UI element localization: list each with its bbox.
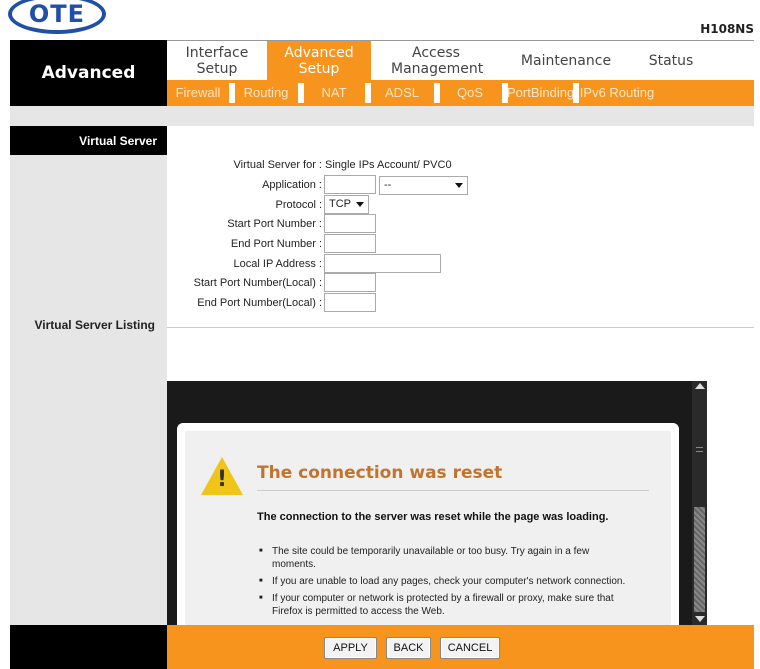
subnav-qos[interactable]: QoS: [443, 80, 497, 106]
list-item: If your computer or network is protected…: [257, 592, 627, 618]
application-select[interactable]: --: [379, 176, 468, 195]
divider: [167, 327, 754, 328]
error-bullets: The site could be temporarily unavailabl…: [257, 545, 627, 622]
end-port-local-input[interactable]: [324, 293, 376, 312]
sub-nav: Firewall Routing NAT ADSL QoS PortBindin…: [167, 80, 754, 106]
subnav-divider: [298, 83, 304, 103]
application-label: Application :: [262, 179, 322, 191]
back-button[interactable]: BACK: [386, 637, 431, 659]
listing-frame: ! The connection was reset The connectio…: [167, 381, 707, 625]
section-title: Advanced: [10, 40, 167, 106]
ote-logo: OTE: [8, 0, 106, 34]
scroll-grip-icon: [696, 447, 703, 452]
subnav-firewall[interactable]: Firewall: [171, 80, 225, 106]
start-port-local-label: Start Port Number(Local) :: [193, 277, 322, 289]
local-ip-label: Local IP Address :: [233, 258, 322, 270]
start-port-local-input[interactable]: [324, 273, 376, 292]
apply-button[interactable]: APPLY: [324, 637, 377, 659]
nav-label: Maintenance: [520, 53, 612, 69]
end-port-label: End Port Number :: [230, 238, 322, 250]
router-page: OTE H108NS Advanced Interface Setup Adva…: [0, 0, 760, 669]
protocol-select-value: TCP: [329, 198, 351, 210]
error-subtitle: The connection to the server was reset w…: [257, 511, 609, 523]
left-column: [10, 155, 167, 625]
subnav-routing[interactable]: Routing: [239, 80, 293, 106]
main-nav: Interface Setup Advanced Setup Access Ma…: [167, 40, 754, 81]
protocol-label: Protocol :: [275, 199, 322, 211]
frame-scrollbar[interactable]: [692, 381, 707, 625]
warning-exclamation-icon: !: [217, 467, 228, 492]
for-value: Single IPs Account/ PVC0: [325, 159, 452, 171]
application-select-value: --: [384, 179, 392, 191]
error-panel: ! The connection was reset The connectio…: [177, 423, 679, 625]
nav-access-management[interactable]: Access Management: [371, 41, 501, 81]
list-item: If you are unable to load any pages, che…: [257, 575, 627, 588]
subnav-adsl[interactable]: ADSL: [375, 80, 429, 106]
scroll-down-icon[interactable]: [695, 616, 705, 622]
subnav-portbinding[interactable]: PortBinding: [507, 80, 574, 106]
nav-advanced-setup[interactable]: Advanced Setup: [267, 41, 371, 81]
logo-text: OTE: [28, 0, 86, 28]
footer-left: [10, 625, 167, 669]
nav-interface-setup[interactable]: Interface Setup: [167, 41, 267, 81]
end-port-local-label: End Port Number(Local) :: [197, 297, 322, 309]
header-band: [10, 106, 754, 126]
virtual-server-listing-label: Virtual Server Listing: [34, 318, 156, 332]
protocol-select[interactable]: TCP: [324, 195, 369, 214]
nav-label: Status: [648, 53, 694, 69]
virtual-server-heading: Virtual Server: [10, 126, 167, 155]
subnav-nat[interactable]: NAT: [307, 80, 361, 106]
subnav-ipv6-routing[interactable]: IPv6 Routing: [579, 80, 655, 106]
start-port-label: Start Port Number :: [227, 218, 322, 230]
nav-maintenance[interactable]: Maintenance: [501, 41, 631, 81]
subnav-divider: [434, 83, 440, 103]
for-label: Virtual Server for :: [233, 159, 322, 171]
nav-status[interactable]: Status: [631, 41, 711, 81]
error-title: The connection was reset: [257, 463, 503, 483]
cancel-button[interactable]: CANCEL: [440, 637, 500, 659]
subnav-divider: [229, 83, 235, 103]
chevron-down-icon: [455, 183, 463, 188]
list-item: The site could be temporarily unavailabl…: [257, 545, 627, 571]
scroll-up-icon[interactable]: [695, 383, 705, 389]
application-input[interactable]: [324, 175, 376, 194]
nav-label: Access Management: [391, 45, 484, 77]
local-ip-input[interactable]: [324, 254, 441, 273]
scroll-thumb[interactable]: [694, 507, 705, 612]
chevron-down-icon: [356, 202, 364, 207]
end-port-input[interactable]: [324, 234, 376, 253]
model-label: H108NS: [700, 22, 754, 36]
nav-label: Interface Setup: [185, 45, 249, 77]
nav-label: Advanced Setup: [284, 45, 354, 77]
start-port-input[interactable]: [324, 214, 376, 233]
error-divider: [257, 490, 649, 491]
subnav-divider: [365, 83, 371, 103]
